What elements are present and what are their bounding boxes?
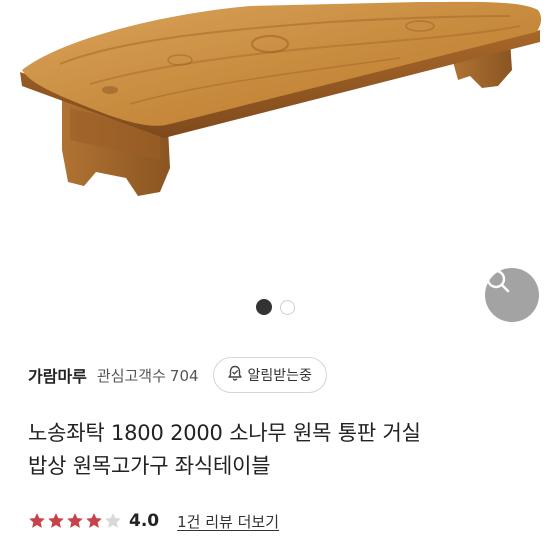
title-line-1: 노송좌탁 1800 2000 소나무 원목 통판 거실	[28, 421, 421, 445]
wooden-table-illustration	[20, 1, 542, 196]
star-icon	[29, 513, 45, 528]
fans-number: 704	[169, 366, 199, 385]
title-line-2: 밥상 원목고가구 좌식테이블	[28, 454, 271, 478]
zoom-button[interactable]	[485, 268, 539, 322]
star-icon	[67, 513, 83, 528]
notify-label: 알림받는중	[247, 368, 312, 384]
seller-row: 가람마루 관심고객수 704 알림받는중	[28, 356, 538, 394]
star-rating	[28, 512, 122, 530]
reviews-link[interactable]: 1건 리뷰 더보기	[177, 511, 279, 532]
star-icon	[105, 513, 121, 528]
product-image[interactable]	[0, 0, 553, 338]
gallery-dot-2[interactable]	[280, 299, 295, 315]
fans-label: 관심고객수	[96, 366, 166, 385]
notify-button[interactable]: 알림받는중	[212, 357, 327, 393]
star-icon	[48, 513, 64, 528]
star-icon	[86, 513, 102, 528]
rating-score: 4.0	[129, 511, 160, 531]
seller-name[interactable]: 가람마루	[28, 363, 87, 387]
product-title: 노송좌탁 1800 2000 소나무 원목 통판 거실 밥상 원목고가구 좌식테…	[28, 417, 528, 483]
fans-count: 관심고객수 704	[97, 365, 199, 386]
rating-row: 4.0 1건 리뷰 더보기	[28, 508, 279, 534]
bell-icon	[226, 364, 244, 386]
gallery-pagination	[256, 299, 295, 315]
gallery-dot-1[interactable]	[256, 299, 272, 315]
